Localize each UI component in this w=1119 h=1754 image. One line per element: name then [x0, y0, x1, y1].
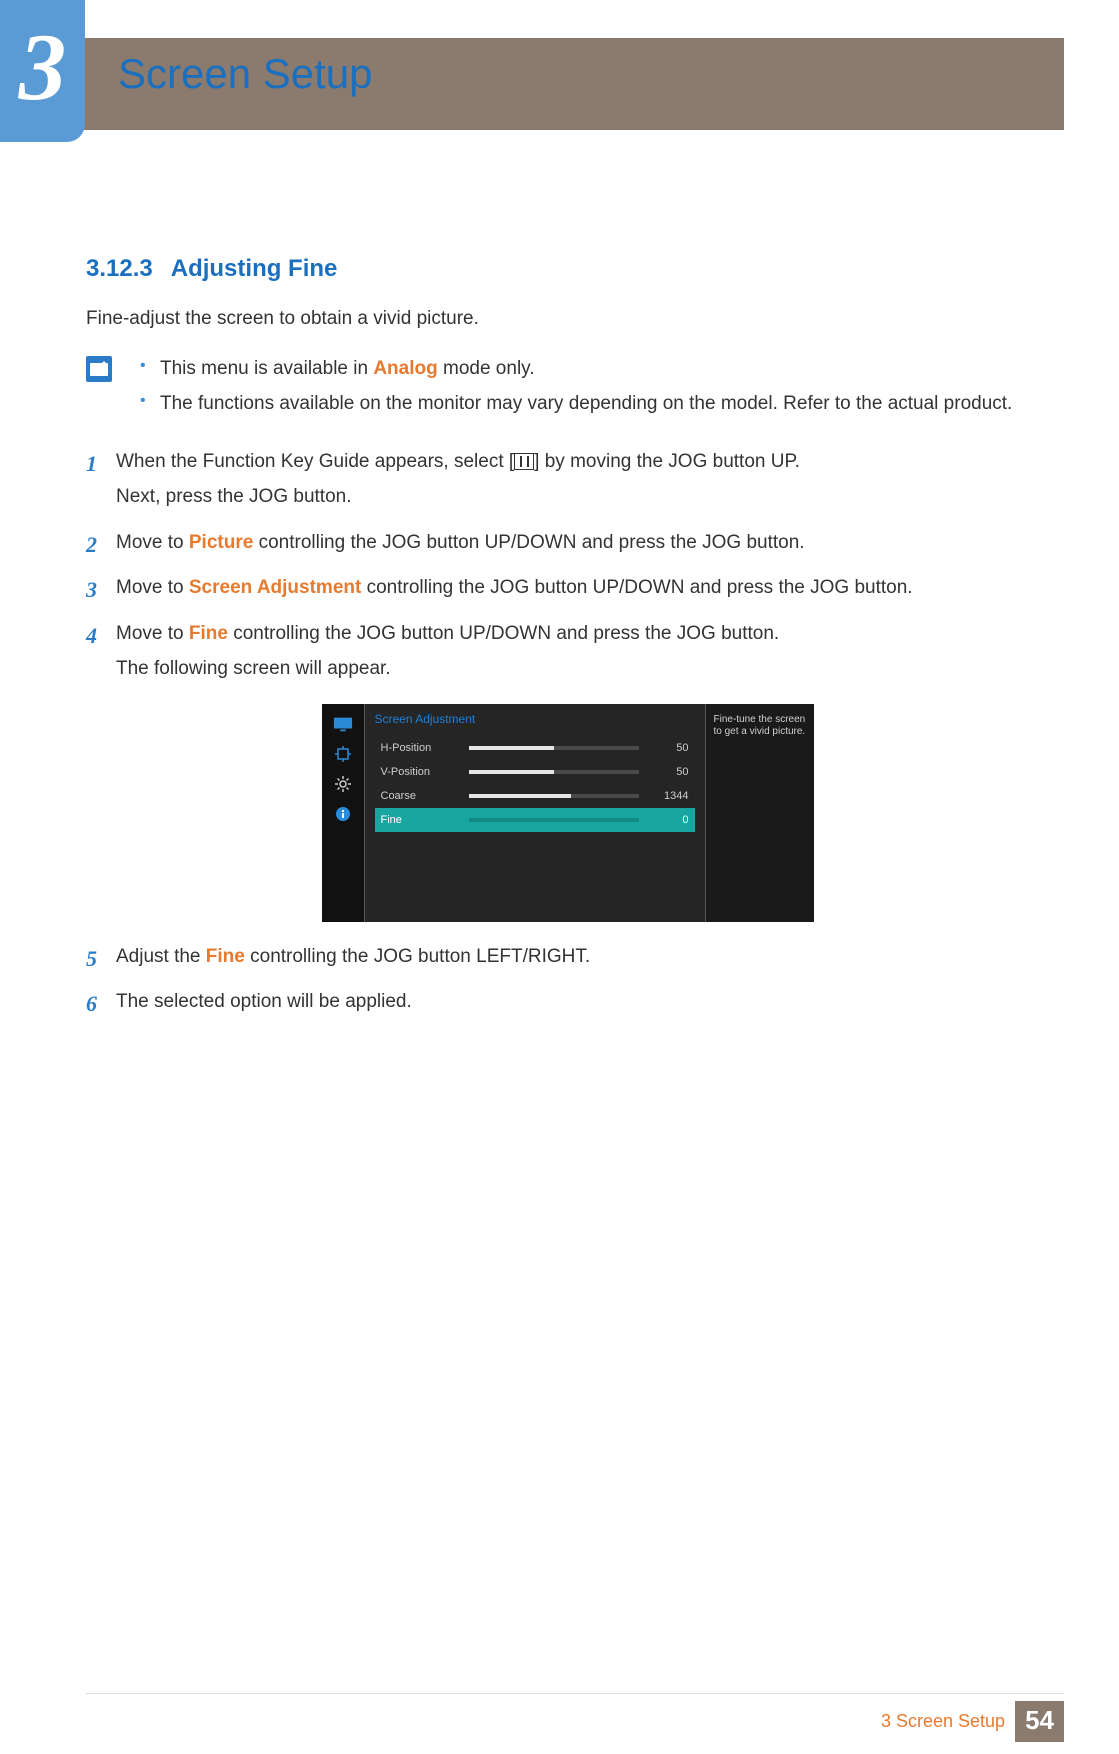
note-list: This menu is available in Analog mode on… [132, 354, 1012, 425]
osd-row-label: V-Position [381, 766, 469, 778]
section-title: Adjusting Fine [171, 255, 338, 282]
step-number: 2 [86, 528, 116, 563]
footer-page-number: 54 [1015, 1701, 1064, 1742]
osd-row-label: Coarse [381, 790, 469, 802]
step: 2Move to Picture controlling the JOG but… [86, 528, 1049, 563]
page: 3 Screen Setup 3.12.3 Adjusting Fine Fine… [0, 0, 1119, 1754]
note-block: This menu is available in Analog mode on… [86, 354, 1049, 425]
resize-icon [333, 746, 353, 762]
step-number: 3 [86, 573, 116, 608]
osd-title: Screen Adjustment [375, 712, 695, 726]
step-line: Move to Fine controlling the JOG button … [116, 619, 1049, 648]
step-body: The selected option will be applied. [116, 987, 1049, 1022]
step: 5Adjust the Fine controlling the JOG but… [86, 942, 1049, 977]
osd-slider [469, 770, 639, 774]
step-line: Move to Picture controlling the JOG butt… [116, 528, 1049, 557]
step-body: When the Function Key Guide appears, sel… [116, 447, 1049, 518]
highlight-term: Fine [206, 946, 245, 967]
osd-row-label: H-Position [381, 742, 469, 754]
step: 4Move to Fine controlling the JOG button… [86, 619, 1049, 690]
footer-chapter-title: 3 Screen Setup [881, 1711, 1005, 1732]
monitor-icon [333, 716, 353, 732]
step-number: 5 [86, 942, 116, 977]
step-body: Adjust the Fine controlling the JOG butt… [116, 942, 1049, 977]
steps-list-top: 1When the Function Key Guide appears, se… [86, 447, 1049, 690]
osd-row: Fine 0 [375, 808, 695, 832]
step-line: Next, press the JOG button. [116, 482, 1049, 511]
steps-list-bottom: 5Adjust the Fine controlling the JOG but… [86, 942, 1049, 1023]
step-line: Move to Screen Adjustment controlling th… [116, 573, 1049, 602]
step: 1When the Function Key Guide appears, se… [86, 447, 1049, 518]
osd-row: Coarse 1344 [375, 784, 695, 808]
step-line: The selected option will be applied. [116, 987, 1049, 1016]
note-icon [86, 356, 112, 382]
footer: 3 Screen Setup 54 [881, 1703, 1064, 1739]
highlight-term: Analog [373, 358, 437, 379]
osd-main: Screen Adjustment H-Position50V-Position… [364, 704, 706, 922]
step-line: The following screen will appear. [116, 654, 1049, 683]
osd-rows: H-Position 50 V-Position 50 Coarse 1344 Fine 0 [375, 736, 695, 832]
osd-row-value: 1344 [649, 790, 689, 802]
osd-row-value: 0 [649, 814, 689, 826]
step: 6The selected option will be applied. [86, 987, 1049, 1022]
step-line: Adjust the Fine controlling the JOG butt… [116, 942, 1049, 971]
osd-row: H-Position 50 [375, 736, 695, 760]
osd-row-value: 50 [649, 742, 689, 754]
footer-rule [86, 1693, 1064, 1694]
intro-text: Fine-adjust the screen to obtain a vivid… [86, 308, 1049, 330]
highlight-term: Screen Adjustment [189, 577, 361, 598]
step-body: Move to Screen Adjustment controlling th… [116, 573, 1049, 608]
step: 3Move to Screen Adjustment controlling t… [86, 573, 1049, 608]
chapter-title: Screen Setup [118, 50, 373, 98]
osd-panel: Screen Adjustment H-Position50V-Position… [322, 704, 814, 922]
menu-icon [514, 453, 534, 470]
osd-row-value: 50 [649, 766, 689, 778]
highlight-term: Picture [189, 532, 253, 553]
osd-sidebar [322, 704, 364, 922]
step-number: 6 [86, 987, 116, 1022]
gear-icon [333, 776, 353, 792]
osd-help-text: Fine-tune the screen to get a vivid pict… [706, 704, 814, 922]
content: 3.12.3 Adjusting Fine Fine-adjust the scr… [86, 210, 1049, 1032]
step-body: Move to Fine controlling the JOG button … [116, 619, 1049, 690]
info-icon [333, 806, 353, 822]
osd-screenshot: Screen Adjustment H-Position50V-Position… [86, 704, 1049, 922]
section-heading: 3.12.3 Adjusting Fine [86, 255, 1049, 283]
osd-slider [469, 794, 639, 798]
osd-slider [469, 746, 639, 750]
osd-row-label: Fine [381, 814, 469, 826]
step-number: 4 [86, 619, 116, 690]
note-item: This menu is available in Analog mode on… [132, 354, 1012, 383]
note-item: The functions available on the monitor m… [132, 389, 1012, 418]
osd-row: V-Position 50 [375, 760, 695, 784]
section-number: 3.12.3 [86, 255, 153, 282]
step-line: When the Function Key Guide appears, sel… [116, 447, 1049, 476]
osd-slider [469, 818, 639, 822]
chapter-number: 3 [0, 20, 85, 115]
step-body: Move to Picture controlling the JOG butt… [116, 528, 1049, 563]
highlight-term: Fine [189, 623, 228, 644]
step-number: 1 [86, 447, 116, 518]
